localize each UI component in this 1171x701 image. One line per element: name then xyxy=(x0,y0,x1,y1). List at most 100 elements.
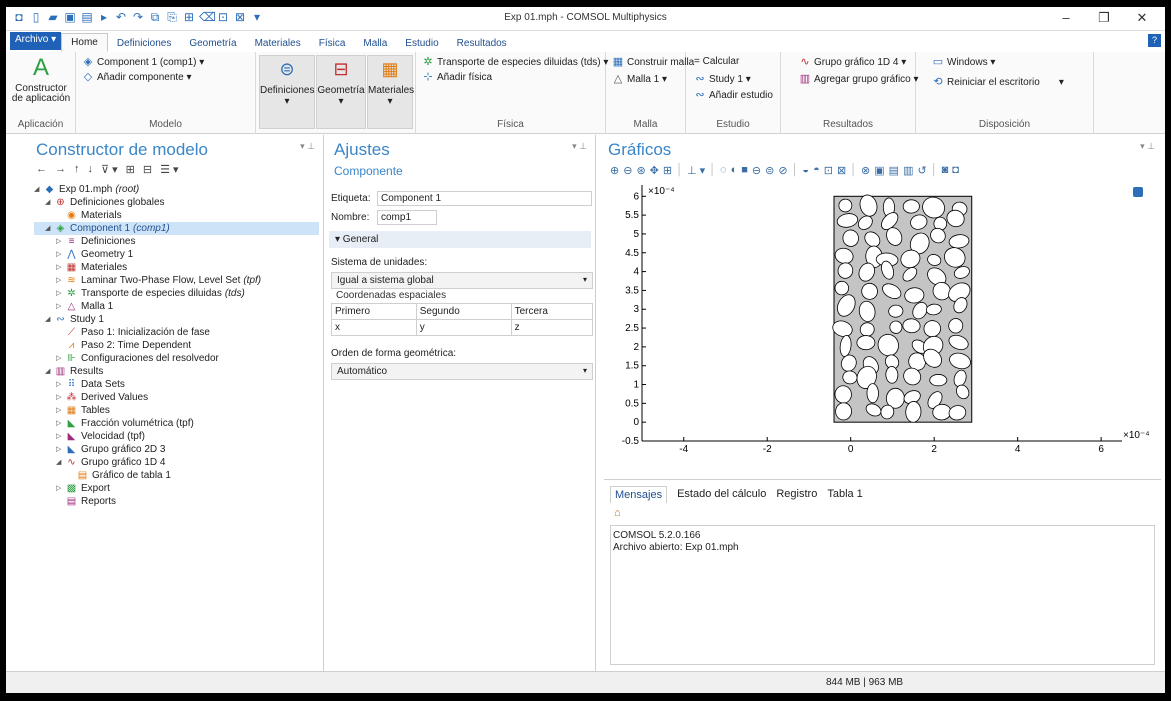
graphics-tool-icon[interactable]: ▤ xyxy=(889,164,899,177)
graphics-tool-icon[interactable]: ◙ xyxy=(942,164,949,177)
tab-estudio[interactable]: Estudio xyxy=(396,35,447,52)
tab-tabla-1[interactable]: Tabla 1 xyxy=(827,486,862,503)
graphics-tool-icon[interactable]: ◒ xyxy=(802,164,809,177)
tab-fisica[interactable]: Física xyxy=(310,35,355,52)
pin-icon[interactable]: ▾ ⊥ xyxy=(1140,141,1155,152)
graphics-tool-icon[interactable]: ⊠ xyxy=(837,164,846,177)
tab-home[interactable]: Home xyxy=(61,33,108,52)
tree-node[interactable]: ◢ ∿ Grupo gráfico 1D 4 xyxy=(34,456,319,469)
expand-arrow-icon[interactable]: ◢ xyxy=(45,196,54,209)
transporte-button[interactable]: ✲ Transporte de especies diluidas (tds) ▾ xyxy=(422,56,608,68)
tab-estado-calculo[interactable]: Estado del cálculo xyxy=(677,486,766,503)
tree-node[interactable]: ▷ △ Malla 1 xyxy=(34,300,319,313)
tree-node[interactable]: ▷ ✲ Transporte de especies diluidas (tds) xyxy=(34,287,319,300)
tree-node[interactable]: ▷ ≡ Definiciones xyxy=(34,235,319,248)
coords-cell-first[interactable]: x xyxy=(331,319,417,336)
materiales-button[interactable]: ▦ Materiales ▾ xyxy=(367,55,414,129)
expand-arrow-icon[interactable]: ▷ xyxy=(56,391,65,404)
component-button[interactable]: ◈ Component 1 (comp1) ▾ xyxy=(82,56,205,68)
graphics-tool-icon[interactable]: ■ xyxy=(741,164,748,177)
expand-arrow-icon[interactable]: ▷ xyxy=(56,261,65,274)
graphics-tool-icon[interactable]: ◓ xyxy=(813,164,820,177)
study1-button[interactable]: ∾ Study 1 ▾ xyxy=(694,73,750,85)
file-menu-button[interactable]: Archivo ▾ xyxy=(10,32,62,50)
graphics-tool-icon[interactable]: ⊘ xyxy=(778,164,787,177)
tree-node[interactable]: ▷ ▦ Tables xyxy=(34,404,319,417)
app-builder-button[interactable]: A Constructor de aplicación xyxy=(10,55,72,104)
tree-node[interactable]: ▷ ▦ Materiales xyxy=(34,261,319,274)
compute-button[interactable]: = Calcular xyxy=(694,56,739,67)
filter-icon[interactable]: ⊽ ▾ xyxy=(101,163,118,176)
graphics-tool-icon[interactable]: ▥ xyxy=(903,164,913,177)
definiciones-button[interactable]: ⊜ Definiciones ▾ xyxy=(259,55,315,129)
add-component-button[interactable]: ◇ Añadir componente ▾ xyxy=(82,71,192,83)
coords-cell-second[interactable]: y xyxy=(415,319,512,336)
tree-node[interactable]: ⩘ Paso 2: Time Dependent xyxy=(34,339,319,352)
back-icon[interactable]: ← xyxy=(36,163,47,176)
tree-node[interactable]: ▷ ⠿ Data Sets xyxy=(34,378,319,391)
windows-button[interactable]: ▭ Windows ▾ xyxy=(932,56,996,68)
pin-icon[interactable]: ▾ ⊥ xyxy=(572,141,587,152)
move-down-icon[interactable]: ↓ xyxy=(88,163,94,176)
pin-icon[interactable]: ▾ ⊥ xyxy=(300,141,315,152)
tree-node[interactable]: ▷ ⊪ Configuraciones del resolvedor xyxy=(34,352,319,365)
general-section-header[interactable]: ▾ General xyxy=(329,231,591,248)
expand-arrow-icon[interactable]: ◢ xyxy=(45,313,54,326)
move-up-icon[interactable]: ↑ xyxy=(74,163,80,176)
tree-node[interactable]: ▷ ⁂ Derived Values xyxy=(34,391,319,404)
view-options-icon[interactable]: ☰ ▾ xyxy=(160,163,178,176)
expand-icon[interactable]: ⊞ xyxy=(126,163,135,176)
graphics-tool-icon[interactable]: ✥ xyxy=(650,164,659,177)
tab-registro[interactable]: Registro xyxy=(776,486,817,503)
expand-arrow-icon[interactable]: ◢ xyxy=(45,365,54,378)
collapse-icon[interactable]: ⊟ xyxy=(143,163,152,176)
tree-node[interactable]: ◢ ◆ Exp 01.mph (root) xyxy=(34,183,319,196)
graphics-tool-icon[interactable]: ⊜ xyxy=(765,164,774,177)
expand-arrow-icon[interactable]: ▷ xyxy=(56,443,65,456)
tree-node[interactable]: ◢ ▥ Results xyxy=(34,365,319,378)
graphics-canvas[interactable]: -0.5 0 0.5 1 1.5 2 2.5 3 3.5 4 4.5 5 5.5 6 -4 -2 0 2 4 6 ×10… xyxy=(600,179,1163,475)
label-field[interactable]: Component 1 xyxy=(377,191,592,206)
build-mesh-button[interactable]: ▦ Construir malla xyxy=(612,56,694,68)
reset-desktop-button[interactable]: ⟲ Reiniciar el escritorio ▾ xyxy=(932,76,1063,88)
tree-node[interactable]: ⟋ Paso 1: Inicialización de fase xyxy=(34,326,319,339)
clear-messages-icon[interactable]: ⌂ xyxy=(614,507,621,519)
expand-arrow-icon[interactable]: ▷ xyxy=(56,352,65,365)
graphics-tool-icon[interactable]: ⊞ xyxy=(663,164,672,177)
plot-group-1d-button[interactable]: ∿ Grupo gráfico 1D 4 ▾ xyxy=(799,56,906,68)
add-physics-button[interactable]: ⊹ Añadir física xyxy=(422,71,492,83)
graphics-tool-icon[interactable]: ↺ xyxy=(917,164,926,177)
expand-arrow-icon[interactable]: ▷ xyxy=(56,404,65,417)
tree-node[interactable]: ▷ ▩ Export xyxy=(34,482,319,495)
expand-arrow-icon[interactable]: ▷ xyxy=(56,287,65,300)
graphics-tool-icon[interactable]: ⊡ xyxy=(824,164,833,177)
expand-arrow-icon[interactable]: ▷ xyxy=(56,378,65,391)
expand-arrow-icon[interactable]: ▷ xyxy=(56,482,65,495)
tree-node[interactable]: ▤ Gráfico de tabla 1 xyxy=(34,469,319,482)
expand-arrow-icon[interactable]: ▷ xyxy=(56,235,65,248)
tab-malla[interactable]: Malla xyxy=(354,35,396,52)
minimize-button[interactable]: – xyxy=(1047,7,1085,29)
expand-arrow-icon[interactable]: ◢ xyxy=(56,456,65,469)
restore-button[interactable]: ❐ xyxy=(1085,7,1123,29)
tab-geometria[interactable]: Geometría xyxy=(180,35,245,52)
tree-node[interactable]: ◢ ∾ Study 1 xyxy=(34,313,319,326)
view-overlay-icon[interactable] xyxy=(1133,187,1143,197)
tree-node[interactable]: ◢ ◈ Component 1 (comp1) xyxy=(34,222,319,235)
expand-arrow-icon[interactable]: ▷ xyxy=(56,248,65,261)
geometria-button[interactable]: ⊟ Geometría ▾ xyxy=(316,55,366,129)
graphics-tool-icon[interactable]: ⊖ xyxy=(623,164,632,177)
add-plot-group-button[interactable]: ▥ Agregar grupo gráfico ▾ xyxy=(799,73,919,85)
expand-arrow-icon[interactable]: ▷ xyxy=(56,300,65,313)
tree-node[interactable]: ▷ ⋀ Geometry 1 xyxy=(34,248,319,261)
expand-arrow-icon[interactable]: ▷ xyxy=(56,274,65,287)
tree-node[interactable]: ▷ ◣ Fracción volumétrica (tpf) xyxy=(34,417,319,430)
expand-arrow-icon[interactable]: ▷ xyxy=(56,430,65,443)
tab-resultados[interactable]: Resultados xyxy=(448,35,516,52)
graphics-tool-icon[interactable]: ◘ xyxy=(952,164,959,177)
geometry-order-select[interactable]: Automático ▾ xyxy=(331,363,593,380)
graphics-tool-icon[interactable]: ⊗ xyxy=(861,164,870,177)
tab-definiciones[interactable]: Definiciones xyxy=(108,35,180,52)
tree-node[interactable]: ◉ Materials xyxy=(34,209,319,222)
add-study-button[interactable]: ∾ Añadir estudio xyxy=(694,89,773,101)
